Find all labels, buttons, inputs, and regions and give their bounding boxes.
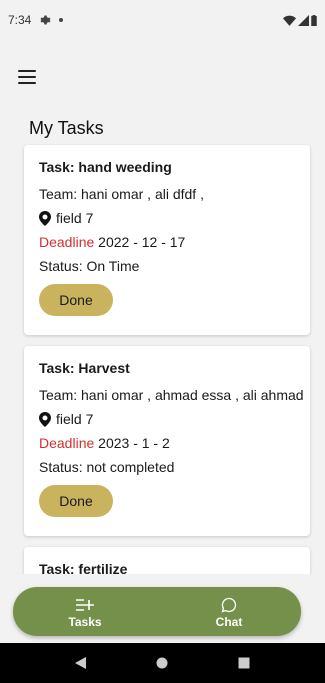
wifi-icon [283, 15, 296, 26]
task-deadline: Deadline 2023 - 1 - 2 [39, 435, 170, 451]
task-title: Task: fertilize [39, 561, 128, 574]
done-button[interactable]: Done [39, 284, 113, 316]
home-icon[interactable] [156, 657, 168, 669]
task-status: Status: On Time [39, 258, 140, 274]
task-status: Status: not completed [39, 459, 175, 475]
chat-bubble-icon [221, 597, 237, 612]
task-team: Team: hani omar , ali dfdf , [39, 186, 204, 202]
nav-chat-label: Chat [215, 614, 243, 629]
settings-gear-icon [40, 15, 51, 25]
bottom-navigation: Tasks Chat [13, 587, 301, 636]
task-card: Task: hand weeding Team: hani omar , ali… [24, 145, 310, 335]
recents-icon[interactable] [238, 657, 250, 669]
back-icon[interactable] [74, 657, 87, 669]
task-title: Task: Harvest [39, 360, 130, 376]
hamburger-menu-icon[interactable] [18, 70, 36, 84]
page-title: My Tasks [29, 118, 104, 138]
task-team: Team: hani omar , ahmad essa , ali ahmad [39, 387, 304, 403]
nav-chat[interactable]: Chat [157, 587, 301, 636]
task-card: Task: fertilize [24, 547, 310, 574]
nav-tasks-label: Tasks [68, 614, 102, 629]
task-location: field 7 [39, 407, 310, 431]
status-bar: 7:34 [0, 0, 325, 40]
task-location: field 7 [39, 206, 310, 230]
task-deadline: Deadline 2022 - 12 - 17 [39, 234, 186, 250]
tasks-add-icon [76, 598, 94, 611]
task-title: Task: hand weeding [39, 159, 172, 175]
battery-icon [311, 14, 317, 26]
status-time: 7:34 [8, 13, 32, 27]
signal-icon [298, 14, 309, 26]
notification-dot-icon [59, 18, 64, 22]
nav-tasks[interactable]: Tasks [13, 587, 157, 636]
done-button[interactable]: Done [39, 485, 113, 517]
location-pin-icon [39, 210, 51, 226]
system-navigation-bar [0, 643, 325, 683]
task-card: Task: Harvest Team: hani omar , ahmad es… [24, 346, 310, 536]
location-pin-icon [39, 411, 51, 427]
task-list[interactable]: Task: hand weeding Team: hani omar , ali… [0, 144, 325, 574]
